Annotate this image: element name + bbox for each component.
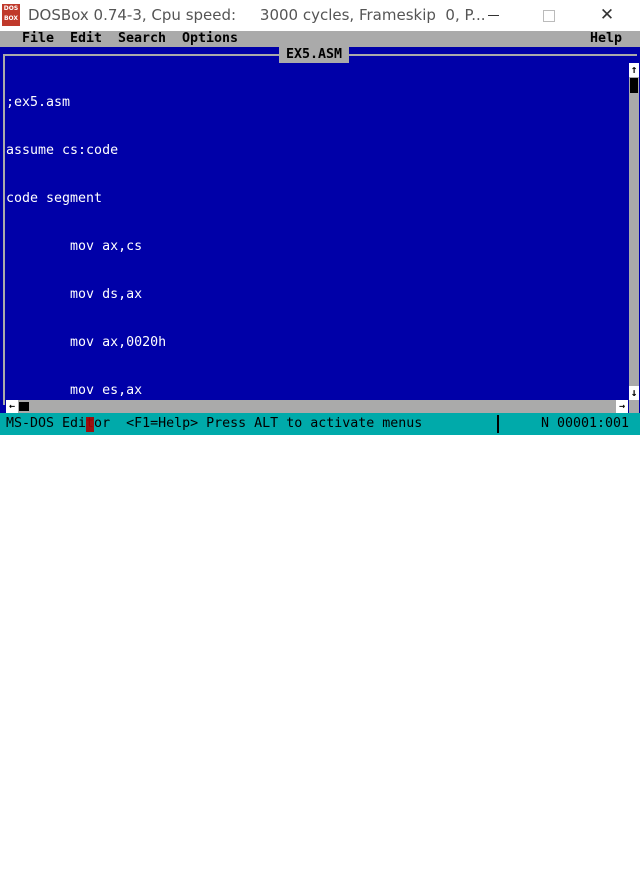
vertical-scrollbar[interactable]: ↑ ↓ bbox=[629, 63, 639, 400]
code-line: ;ex5.asm bbox=[6, 95, 71, 110]
code-line: code segment bbox=[6, 191, 103, 206]
scrollbar-corner bbox=[629, 400, 639, 413]
code-line: s: mov al,[bx] bbox=[6, 527, 159, 542]
code-line: mov es:[bx],al bbox=[6, 575, 183, 590]
menu-file[interactable]: File bbox=[22, 31, 54, 47]
code-line: assume cs:code bbox=[6, 143, 119, 158]
status-bar: MS-DOS Editor <F1=Help> Press ALT to act… bbox=[0, 413, 640, 435]
scroll-right-arrow-icon[interactable]: → bbox=[616, 400, 628, 413]
app-icon-text-bottom: BOX bbox=[3, 15, 19, 22]
app-icon-text-top: DOS bbox=[3, 5, 19, 12]
code-line: mov ax,cs bbox=[6, 239, 143, 254]
scroll-up-arrow-icon[interactable]: ↑ bbox=[629, 63, 639, 77]
scroll-down-arrow-icon[interactable]: ↓ bbox=[629, 386, 639, 400]
horizontal-scrollbar[interactable]: ← → bbox=[6, 400, 628, 413]
code-line: mov ax,0020h bbox=[6, 335, 167, 350]
code-line: end bbox=[6, 863, 626, 870]
scroll-left-arrow-icon[interactable]: ← bbox=[6, 400, 18, 413]
editor-left-border bbox=[3, 54, 5, 405]
code-line: mov es,ax bbox=[6, 383, 143, 398]
menu-search[interactable]: Search bbox=[118, 31, 166, 47]
code-line: code ends bbox=[6, 815, 79, 830]
horizontal-scroll-thumb[interactable] bbox=[19, 402, 29, 411]
code-line: mov cx,0017h bbox=[6, 479, 167, 494]
window-title: DOSBox 0.74-3, Cpu speed: 3000 cycles, F… bbox=[28, 6, 486, 24]
text-cursor bbox=[86, 417, 94, 432]
close-button[interactable]: ✕ bbox=[584, 0, 630, 31]
dos-screen: File Edit Search Options Help EX5.ASM ;e… bbox=[0, 31, 640, 870]
code-line: inc bx bbox=[6, 623, 119, 638]
window-titlebar[interactable]: DOS BOX DOSBox 0.74-3, Cpu speed: 3000 c… bbox=[0, 0, 640, 31]
status-divider bbox=[497, 415, 499, 433]
cursor-position: N 00001:001 bbox=[541, 416, 630, 431]
menu-options[interactable]: Options bbox=[182, 31, 238, 47]
maximize-button[interactable] bbox=[526, 0, 572, 31]
minimize-button[interactable] bbox=[470, 0, 516, 31]
document-title: EX5.ASM bbox=[279, 47, 350, 63]
code-line: int 21h bbox=[6, 767, 127, 782]
minimize-icon bbox=[487, 15, 499, 16]
code-line: loop s bbox=[6, 671, 119, 686]
menu-bar: File Edit Search Options Help bbox=[0, 31, 640, 47]
code-area[interactable]: ;ex5.asm assume cs:code code segment mov… bbox=[6, 63, 626, 870]
code-line: mov ds,ax bbox=[6, 287, 143, 302]
menu-help[interactable]: Help bbox=[590, 31, 622, 47]
close-icon: ✕ bbox=[599, 5, 615, 25]
status-message: MS-DOS Editor <F1=Help> Press ALT to act… bbox=[6, 416, 423, 431]
menu-edit[interactable]: Edit bbox=[70, 31, 102, 47]
vertical-scroll-thumb[interactable] bbox=[630, 78, 638, 93]
maximize-icon bbox=[543, 9, 555, 22]
editor-window[interactable]: EX5.ASM ;ex5.asm assume cs:code code seg… bbox=[0, 47, 640, 870]
code-line: mov ax,4c00h bbox=[6, 719, 167, 734]
dosbox-app-icon: DOS BOX bbox=[2, 4, 20, 26]
